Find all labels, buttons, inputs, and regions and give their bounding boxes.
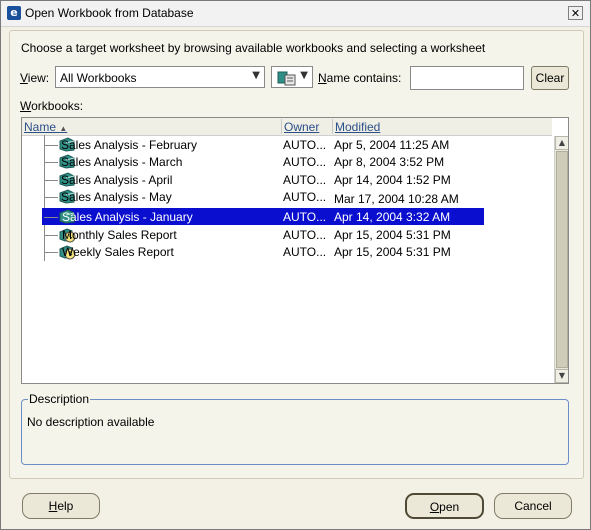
clear-button[interactable]: Clear [531,66,569,90]
instruction-text: Choose a target worksheet by browsing av… [21,41,486,55]
app-icon: e [7,6,21,20]
row-modified: Apr 14, 2004 3:32 AM [334,210,451,224]
row-name: Weekly Sales Report [62,245,174,259]
open-button[interactable]: Open [405,493,484,519]
sort-ascending-icon: ▲ [59,124,68,133]
tree-header: Name ▲ Owner Modified [22,118,552,136]
table-row-selected[interactable]: Sales Analysis - January AUTO... Apr 14,… [22,208,552,225]
row-owner: AUTO... [283,138,327,152]
title-bar: e Open Workbook from Database ✕ [1,1,590,27]
row-name: Sales Analysis - May [61,190,172,204]
description-legend: Description [28,392,91,406]
help-button[interactable]: Help [22,493,100,519]
column-divider[interactable] [332,119,333,134]
row-name: Sales Analysis - April [61,173,173,187]
row-modified: Apr 14, 2004 1:52 PM [334,173,451,187]
row-modified: Apr 15, 2004 5:31 PM [334,245,451,259]
row-modified: Apr 8, 2004 3:52 PM [334,155,445,169]
cancel-button[interactable]: Cancel [494,493,572,519]
row-owner: AUTO... [283,190,327,204]
scroll-down-button[interactable]: ▼ [555,369,568,383]
view-select[interactable]: All Workbooks ▼ [55,66,265,88]
row-modified: Apr 5, 2004 11:25 AM [334,138,450,152]
chevron-down-icon: ▼ [252,70,260,81]
description-box [21,399,569,465]
row-name: Sales Analysis - February [61,138,198,152]
name-contains-label: Name contains: [318,71,402,85]
column-header-owner[interactable]: Owner [284,120,319,134]
description-text: No description available [27,415,155,429]
table-row[interactable]: Sales Analysis - March AUTO... Apr 8, 20… [22,153,552,170]
scroll-up-button[interactable]: ▲ [555,136,568,150]
table-row[interactable]: Weekly Sales Report AUTO... Apr 15, 2004… [22,243,552,260]
view-select-value: All Workbooks [60,71,137,85]
row-name: Monthly Sales Report [62,228,177,242]
dialog-window: e Open Workbook from Database ✕ Choose a… [0,0,591,530]
row-owner: AUTO... [283,155,327,169]
table-row[interactable]: Sales Analysis - May AUTO... Mar 17, 200… [22,188,552,206]
workbook-type-icon [277,71,296,86]
row-owner: AUTO... [283,210,327,224]
column-header-name[interactable]: Name ▲ [24,120,67,134]
workbooks-label: Workbooks: [20,99,84,113]
table-row[interactable]: Sales Analysis - February AUTO... Apr 5,… [22,136,552,153]
workbook-type-select[interactable]: ▼ [271,66,313,88]
row-owner: AUTO... [283,173,327,187]
workbooks-tree: Name ▲ Owner Modified Sales Analysis - F… [21,117,569,384]
close-button[interactable]: ✕ [568,6,583,20]
row-name: Sales Analysis - January [62,210,193,224]
row-modified: Mar 17, 2004 10:28 AM [334,192,459,206]
table-row[interactable]: Monthly Sales Report AUTO... Apr 15, 200… [22,226,552,243]
table-row[interactable]: Sales Analysis - April AUTO... Apr 14, 2… [22,171,552,188]
vertical-scrollbar[interactable]: ▲ ▼ [554,136,568,383]
scrollbar-thumb[interactable] [556,151,568,368]
row-modified: Apr 15, 2004 5:31 PM [334,228,451,242]
view-label: View: [20,71,50,85]
name-contains-input[interactable] [410,66,524,90]
row-name: Sales Analysis - March [61,155,183,169]
window-title: Open Workbook from Database [25,6,194,20]
row-owner: AUTO... [283,228,327,242]
row-owner: AUTO... [283,245,327,259]
column-divider[interactable] [281,119,282,134]
chevron-down-icon: ▼ [300,70,308,81]
column-header-modified[interactable]: Modified [335,120,380,134]
